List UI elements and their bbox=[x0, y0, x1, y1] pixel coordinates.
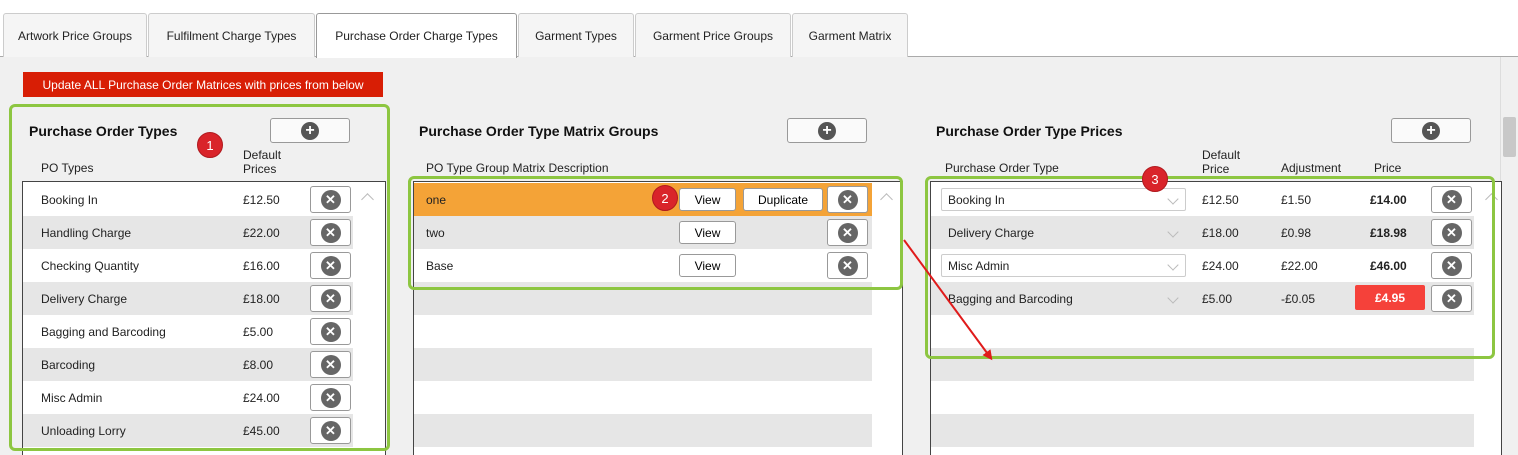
tab-purchase-order-charge-types[interactable]: Purchase Order Charge Types bbox=[316, 13, 517, 58]
arrow-line bbox=[903, 239, 993, 361]
annotation-arrow bbox=[903, 239, 993, 361]
